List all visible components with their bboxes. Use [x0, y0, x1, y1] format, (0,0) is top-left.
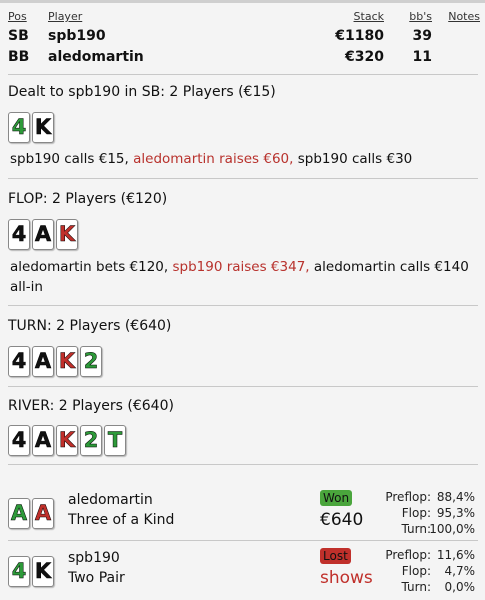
- flop-action: aledomartin bets €120, spb190 raises €34…: [10, 257, 472, 297]
- card-ace-spades: A: [32, 425, 54, 456]
- result-hand-rank: Three of a Kind: [68, 512, 175, 528]
- divider: [8, 464, 478, 465]
- divider: [8, 178, 478, 179]
- turn-cards: 4 A K 2: [8, 346, 102, 377]
- status-badge-lost: Lost: [320, 548, 351, 564]
- equity-label: Turn:: [401, 522, 431, 536]
- equity-value: 0,0%: [444, 580, 476, 594]
- card-four-clubs: 4: [8, 556, 30, 587]
- card-four-spades: 4: [8, 425, 30, 456]
- top-border: [0, 0, 485, 3]
- action-text: aledomartin bets €120,: [10, 259, 173, 275]
- players-table-header: Pos Player Stack bb's Notes: [8, 10, 480, 25]
- header-stack[interactable]: Stack: [354, 10, 384, 23]
- preflop-action: spb190 calls €15, aledomartin raises €60…: [10, 149, 472, 169]
- equity-value: 95,3%: [436, 506, 475, 520]
- card-two-clubs: 2: [80, 346, 102, 377]
- flop-cards: 4 A K: [8, 219, 78, 250]
- equity-value: 100,0%: [429, 522, 475, 536]
- result-player-name: aledomartin: [68, 492, 153, 508]
- player-row: SB spb190 €1180 39: [8, 25, 480, 46]
- result-loser: 4 K spb190 Two Pair Lost shows Preflop: 1…: [0, 548, 485, 596]
- result-player-name: spb190: [68, 550, 120, 566]
- equity-value: 88,4%: [436, 490, 475, 504]
- preflop-hole-cards: 4 K: [8, 112, 54, 143]
- card-ace-hearts: A: [32, 498, 54, 529]
- header-player[interactable]: Player: [48, 10, 82, 23]
- action-text-raise: spb190 raises €347,: [172, 259, 314, 275]
- player-pos: BB: [8, 49, 30, 65]
- player-stack: €1180: [335, 28, 384, 44]
- header-notes[interactable]: Notes: [448, 10, 480, 23]
- equity-table: Preflop: 11,6% Flop: 4,7% Turn: 0,0%: [365, 548, 475, 596]
- divider: [8, 74, 478, 75]
- divider: [8, 386, 478, 387]
- card-four-spades: 4: [8, 219, 30, 250]
- card-king-hearts: K: [56, 425, 78, 456]
- turn-title: TURN: 2 Players (€640): [8, 318, 172, 334]
- equity-value: 11,6%: [436, 548, 475, 562]
- card-four-spades: 4: [8, 346, 30, 377]
- card-ace-clubs: A: [8, 498, 30, 529]
- card-king-spades: K: [32, 112, 54, 143]
- player-bbs: 39: [412, 28, 432, 44]
- flop-title: FLOP: 2 Players (€120): [8, 191, 168, 207]
- card-king-hearts: K: [56, 219, 78, 250]
- loser-hole-cards: 4 K: [8, 556, 54, 587]
- header-bbs[interactable]: bb's: [409, 10, 432, 23]
- players-table: Pos Player Stack bb's Notes SB spb190 €1…: [8, 10, 480, 67]
- player-name: aledomartin: [48, 49, 144, 65]
- player-bbs: 11: [412, 49, 432, 65]
- divider: [8, 540, 478, 541]
- header-pos[interactable]: Pos: [8, 10, 27, 23]
- winner-hole-cards: A A: [8, 498, 54, 529]
- card-four-clubs: 4: [8, 112, 30, 143]
- divider: [8, 305, 478, 306]
- river-title: RIVER: 2 Players (€640): [8, 398, 174, 414]
- card-ace-spades: A: [32, 346, 54, 377]
- card-ten-clubs: T: [104, 425, 126, 456]
- preflop-title: Dealt to spb190 in SB: 2 Players (€15): [8, 84, 276, 100]
- card-king-hearts: K: [56, 346, 78, 377]
- equity-value: 4,7%: [444, 564, 476, 578]
- equity-label: Preflop:: [385, 548, 431, 562]
- card-ace-spades: A: [32, 219, 54, 250]
- player-name: spb190: [48, 28, 106, 44]
- result-amount: €640: [320, 510, 364, 530]
- river-cards: 4 A K 2 T: [8, 425, 126, 456]
- action-text: spb190 calls €30: [297, 151, 413, 167]
- player-pos: SB: [8, 28, 29, 44]
- equity-label: Preflop:: [385, 490, 431, 504]
- equity-table: Preflop: 88,4% Flop: 95,3% Turn: 100,0%: [365, 490, 475, 538]
- card-two-clubs: 2: [80, 425, 102, 456]
- card-king-spades: K: [32, 556, 54, 587]
- result-winner: A A aledomartin Three of a Kind Won €640…: [0, 490, 485, 538]
- action-text: spb190 calls €15,: [10, 151, 134, 167]
- action-text-raise: aledomartin raises €60,: [133, 151, 298, 167]
- result-hand-rank: Two Pair: [68, 570, 125, 586]
- equity-label: Flop:: [401, 564, 431, 578]
- equity-label: Turn:: [401, 580, 431, 594]
- player-row: BB aledomartin €320 11: [8, 46, 480, 67]
- equity-label: Flop:: [401, 506, 431, 520]
- status-badge-won: Won: [320, 490, 353, 506]
- player-stack: €320: [345, 49, 384, 65]
